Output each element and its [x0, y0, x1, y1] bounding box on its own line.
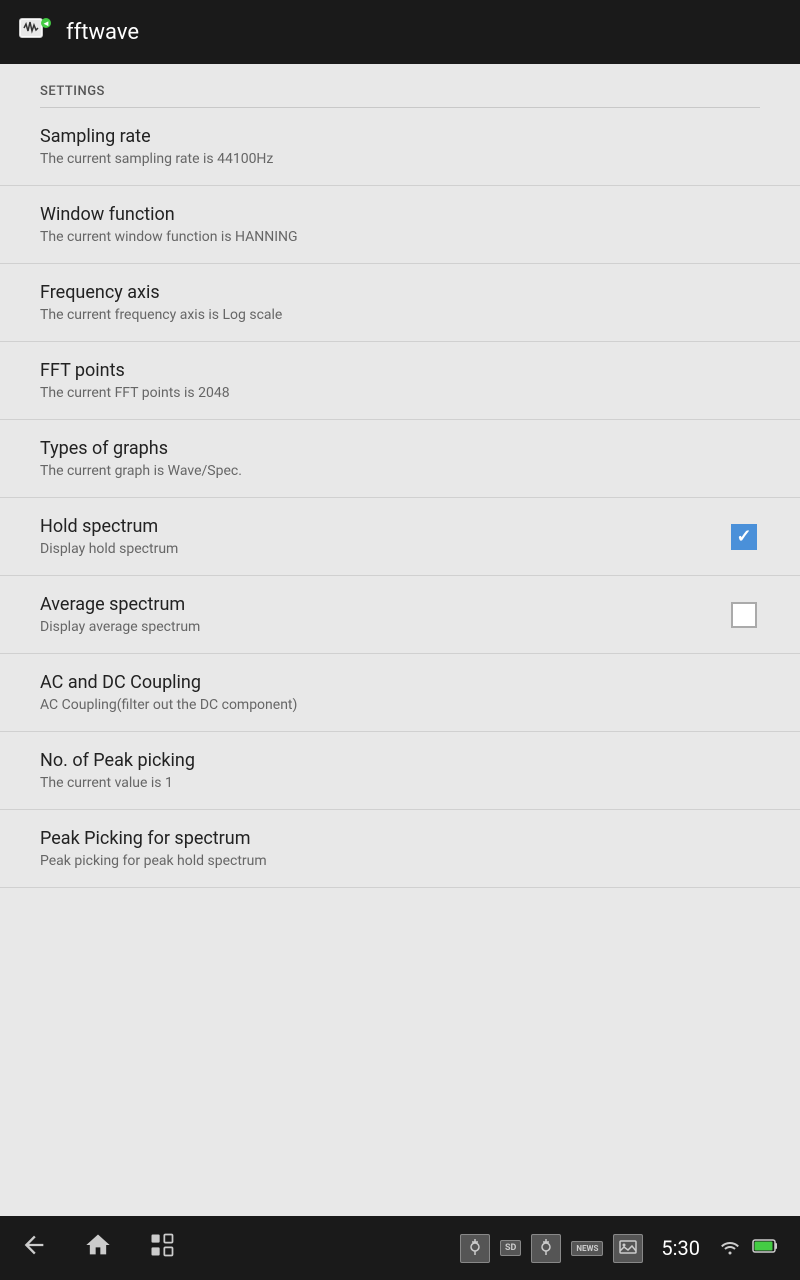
checkbox-container-hold-spectrum: ✓: [728, 521, 760, 553]
checkbox-average-spectrum[interactable]: [731, 602, 757, 628]
item-title-peak-picking-no: No. of Peak picking: [40, 750, 195, 771]
item-title-peak-picking-spectrum: Peak Picking for spectrum: [40, 828, 267, 849]
item-subtitle-fft-points: The current FFT points is 2048: [40, 385, 230, 401]
checkbox-container-average-spectrum: [728, 599, 760, 631]
settings-item-sampling-rate[interactable]: Sampling rate The current sampling rate i…: [0, 108, 800, 186]
home-button[interactable]: [84, 1231, 112, 1265]
settings-item-peak-picking-spectrum[interactable]: Peak Picking for spectrum Peak picking fo…: [0, 810, 800, 888]
settings-item-window-function[interactable]: Window function The current window functi…: [0, 186, 800, 264]
svg-text:◄: ◄: [42, 19, 50, 28]
time-display: 5:30: [661, 1236, 700, 1260]
item-subtitle-ac-dc-coupling: AC Coupling(filter out the DC component): [40, 697, 297, 713]
usb2-icon: [531, 1234, 561, 1263]
item-title-types-of-graphs: Types of graphs: [40, 438, 242, 459]
item-title-window-function: Window function: [40, 204, 298, 225]
item-subtitle-peak-picking-no: The current value is 1: [40, 775, 195, 791]
recents-button[interactable]: [148, 1231, 176, 1265]
sd-icon: SD: [500, 1240, 521, 1256]
settings-list: Sampling rate The current sampling rate i…: [0, 108, 800, 888]
item-subtitle-peak-picking-spectrum: Peak picking for peak hold spectrum: [40, 853, 267, 869]
item-title-average-spectrum: Average spectrum: [40, 594, 200, 615]
nav-left: [20, 1231, 176, 1265]
back-button[interactable]: [20, 1231, 48, 1265]
settings-item-fft-points[interactable]: FFT points The current FFT points is 2048: [0, 342, 800, 420]
item-subtitle-average-spectrum: Display average spectrum: [40, 619, 200, 635]
battery-icon: [752, 1236, 780, 1260]
checkbox-hold-spectrum[interactable]: ✓: [731, 524, 757, 550]
item-subtitle-types-of-graphs: The current graph is Wave/Spec.: [40, 463, 242, 479]
news-icon: NEWS: [571, 1241, 603, 1256]
checkmark-hold-spectrum: ✓: [736, 528, 751, 546]
settings-item-ac-dc-coupling[interactable]: AC and DC Coupling AC Coupling(filter out…: [0, 654, 800, 732]
settings-item-peak-picking-no[interactable]: No. of Peak picking The current value is …: [0, 732, 800, 810]
app-icon: ◄: [16, 13, 54, 51]
item-title-hold-spectrum: Hold spectrum: [40, 516, 178, 537]
settings-item-frequency-axis[interactable]: Frequency axis The current frequency axis…: [0, 264, 800, 342]
navbar: SD NEWS 5:30: [0, 1216, 800, 1280]
settings-item-average-spectrum[interactable]: Average spectrum Display average spectrum: [0, 576, 800, 654]
settings-header: SETTINGS: [0, 64, 800, 107]
item-title-fft-points: FFT points: [40, 360, 230, 381]
settings-item-types-of-graphs[interactable]: Types of graphs The current graph is Wave…: [0, 420, 800, 498]
item-subtitle-window-function: The current window function is HANNING: [40, 229, 298, 245]
item-subtitle-hold-spectrum: Display hold spectrum: [40, 541, 178, 557]
item-title-ac-dc-coupling: AC and DC Coupling: [40, 672, 297, 693]
item-subtitle-frequency-axis: The current frequency axis is Log scale: [40, 307, 282, 323]
image-icon: [613, 1234, 643, 1263]
item-title-sampling-rate: Sampling rate: [40, 126, 273, 147]
item-title-frequency-axis: Frequency axis: [40, 282, 282, 303]
wifi-icon: [718, 1236, 742, 1260]
topbar: ◄ fftwave: [0, 0, 800, 64]
item-subtitle-sampling-rate: The current sampling rate is 44100Hz: [40, 151, 273, 167]
app-title: fftwave: [66, 20, 139, 45]
usb-icon: [460, 1234, 490, 1263]
settings-item-hold-spectrum[interactable]: Hold spectrum Display hold spectrum ✓: [0, 498, 800, 576]
nav-right: SD NEWS 5:30: [460, 1234, 780, 1263]
settings-content: SETTINGS Sampling rate The current sampli…: [0, 64, 800, 1216]
